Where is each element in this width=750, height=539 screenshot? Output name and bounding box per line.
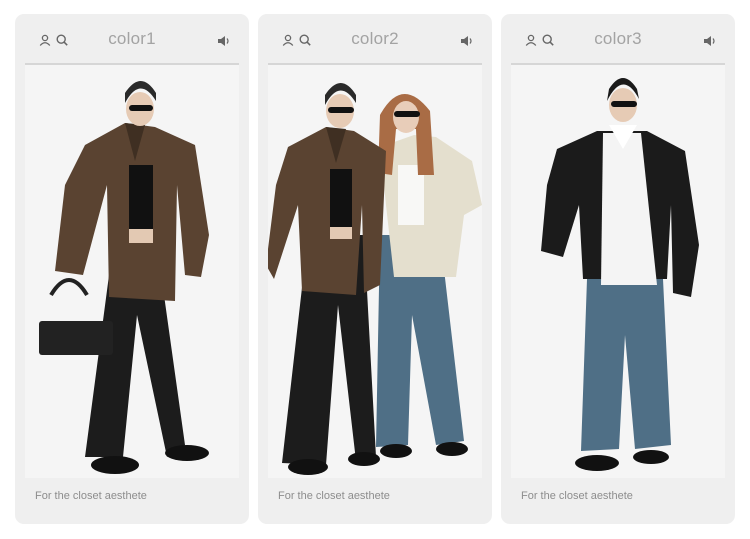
card-header: color3 bbox=[511, 14, 725, 64]
product-card-color2[interactable]: color2 For the closet aesthete bbox=[258, 14, 492, 524]
card-title: color3 bbox=[594, 29, 642, 48]
product-card-color1[interactable]: color1 For the closet aesthete bbox=[15, 14, 249, 524]
model-black-leather-jacket-photo[interactable] bbox=[511, 65, 725, 478]
speaker-icon[interactable] bbox=[703, 34, 717, 52]
card-title: color2 bbox=[351, 29, 399, 48]
card-caption: For the closet aesthete bbox=[521, 490, 633, 502]
speaker-icon[interactable] bbox=[460, 34, 474, 52]
card-header: color2 bbox=[268, 14, 482, 64]
card-header: color1 bbox=[25, 14, 239, 64]
card-caption: For the closet aesthete bbox=[35, 490, 147, 502]
two-models-brown-and-cream-jackets-photo[interactable] bbox=[268, 65, 482, 478]
card-caption: For the closet aesthete bbox=[278, 490, 390, 502]
card-title: color1 bbox=[108, 29, 156, 48]
product-card-color3[interactable]: color3 For the closet aesthete bbox=[501, 14, 735, 524]
model-brown-leather-jacket-photo[interactable] bbox=[25, 65, 239, 478]
speaker-icon[interactable] bbox=[217, 34, 231, 52]
